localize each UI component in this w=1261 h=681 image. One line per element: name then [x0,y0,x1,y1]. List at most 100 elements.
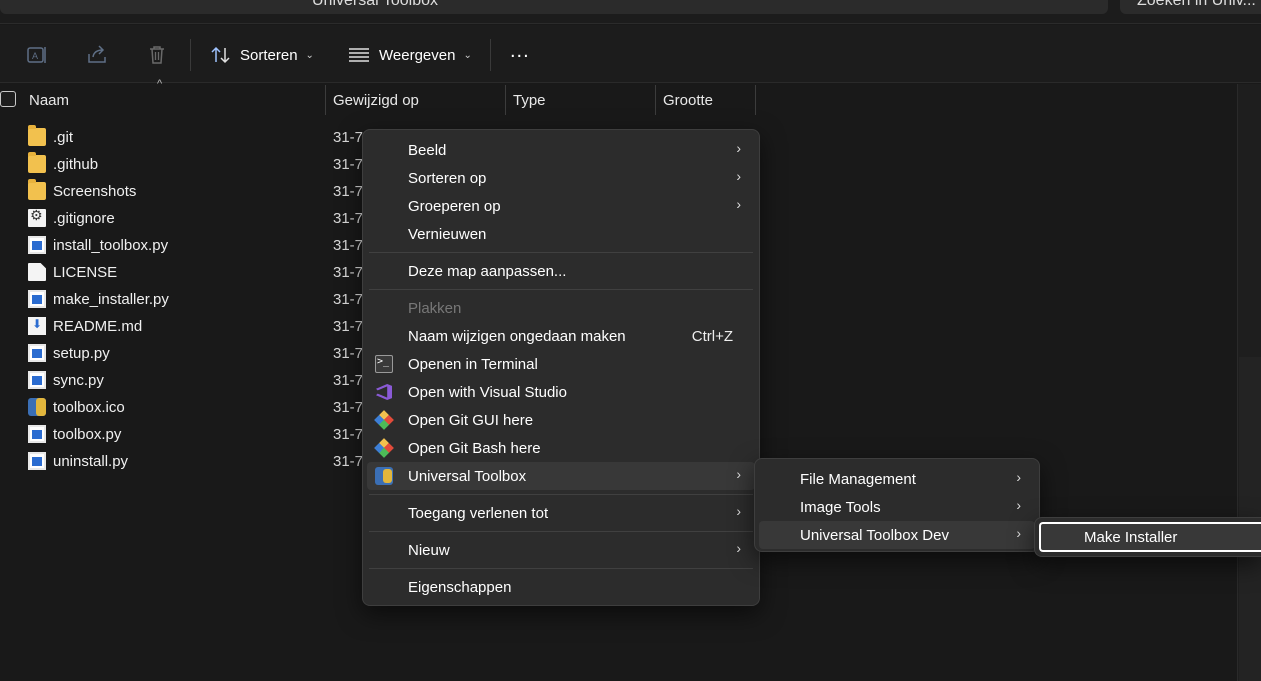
universal-toolbox-dev-submenu: Make Installer [1034,517,1261,557]
sort-ascending-icon: ^ [157,78,163,90]
column-modified-label: Gewijzigd op [333,92,419,109]
menu-item-group-by[interactable]: Groeperen op › [367,192,755,220]
file-row[interactable]: .git 31-7 [28,124,368,151]
vertical-scrollbar[interactable] [1237,84,1261,681]
chevron-right-icon: › [1016,469,1021,485]
folder-icon [28,125,46,146]
menu-item-label: Open Git Bash here [408,440,541,457]
menu-item-refresh[interactable]: Vernieuwen [367,220,755,248]
file-name: setup.py [53,345,110,362]
menu-item-label: Nieuw [408,542,450,559]
chevron-right-icon: › [736,466,741,482]
chevron-down-icon: ⌄ [463,49,472,61]
context-menu: Beeld › Sorteren op › Groeperen op › Vernie… [362,129,760,606]
file-row[interactable]: .github 31-7 [28,151,368,178]
file-name: sync.py [53,372,104,389]
menu-item-image-tools[interactable]: Image Tools › [759,493,1035,521]
search-placeholder: Zoeken in Univ... [1137,0,1256,9]
menu-item-label: Universal Toolbox Dev [800,527,949,544]
sort-button[interactable]: Sorteren ⌄ [210,41,314,69]
menu-item-git-bash[interactable]: Open Git Bash here [367,434,755,462]
menu-item-label: Beeld [408,142,447,159]
git-icon [375,411,393,429]
git-icon [375,439,393,457]
menu-separator [369,494,753,495]
column-divider[interactable] [505,85,506,115]
menu-item-make-installer[interactable]: Make Installer [1039,522,1261,552]
rename-icon[interactable]: A [25,43,49,67]
menu-item-file-management[interactable]: File Management › [759,465,1035,493]
column-size-label: Grootte [663,92,714,109]
file-name: .git [53,129,74,146]
file-name: toolbox.py [53,426,122,443]
sort-icon [211,46,230,64]
view-button[interactable]: Weergeven ⌄ [348,41,472,69]
menu-item-git-gui[interactable]: Open Git GUI here [367,406,755,434]
menu-item-label: Sorteren op [408,170,487,187]
more-icon: ... [510,39,530,62]
menu-item-universal-toolbox-dev[interactable]: Universal Toolbox Dev › [759,521,1035,549]
select-all-checkbox[interactable] [0,91,16,107]
markdown-file-icon [28,317,46,335]
file-date: 31-7 [333,264,364,281]
menu-item-label: Universal Toolbox [408,468,527,485]
universal-toolbox-icon [375,467,393,485]
file-row[interactable]: .gitignore 31-7 [28,205,368,232]
column-divider[interactable] [325,85,326,115]
file-row[interactable]: setup.py 31-7 [28,340,368,367]
menu-item-open-visual-studio[interactable]: Open with Visual Studio [367,378,755,406]
menu-item-sort-by[interactable]: Sorteren op › [367,164,755,192]
menu-item-customize-folder[interactable]: Deze map aanpassen... [367,257,755,285]
folder-icon [28,179,46,200]
file-row[interactable]: LICENSE 31-7 [28,259,368,286]
file-date: 31-7 [333,183,364,200]
python-file-icon [28,452,46,470]
file-row[interactable]: uninstall.py 31-7 [28,448,368,475]
more-options-button[interactable]: ... [510,37,530,65]
python-file-icon [28,236,46,254]
file-date: 31-7 [333,453,364,470]
view-icon [349,48,369,62]
file-date: 31-7 [333,291,364,308]
menu-item-label: Make Installer [1084,529,1178,546]
menu-item-new[interactable]: Nieuw › [367,536,755,564]
file-row[interactable]: toolbox.ico 31-7 [28,394,368,421]
python-file-icon [28,290,46,308]
menu-item-label: File Management [800,471,916,488]
menu-item-universal-toolbox[interactable]: Universal Toolbox › [367,462,755,490]
file-row[interactable]: make_installer.py 31-7 [28,286,368,313]
file-row[interactable]: install_toolbox.py 31-7 [28,232,368,259]
menu-item-undo-rename[interactable]: Naam wijzigen ongedaan maken Ctrl+Z [367,322,755,350]
file-name: make_installer.py [53,291,169,308]
file-name: install_toolbox.py [53,237,169,254]
sort-label: Sorteren [240,46,298,64]
share-icon[interactable] [85,43,109,67]
file-name: Screenshots [53,183,137,200]
menu-item-view[interactable]: Beeld › [367,136,755,164]
visual-studio-icon [375,383,393,401]
terminal-icon [375,355,393,373]
shortcut-label: Ctrl+Z [691,328,733,345]
menu-item-open-terminal[interactable]: Openen in Terminal [367,350,755,378]
file-row[interactable]: toolbox.py 31-7 [28,421,368,448]
command-bar: A Sorteren ⌄ Weergeven ⌄ ... [0,25,1261,83]
column-divider[interactable] [655,85,656,115]
chevron-right-icon: › [1016,525,1021,541]
address-bar[interactable]: Universal Toolbox [0,0,1108,14]
menu-item-label: Image Tools [800,499,881,516]
search-box[interactable]: Zoeken in Univ... [1120,0,1261,14]
file-date: 31-7 [333,237,364,254]
file-row[interactable]: Screenshots 31-7 [28,178,368,205]
python-file-icon [28,371,46,389]
file-row[interactable]: README.md 31-7 [28,313,368,340]
file-date: 31-7 [333,129,364,146]
menu-item-give-access[interactable]: Toegang verlenen tot › [367,499,755,527]
trash-icon[interactable] [145,43,169,67]
menu-item-label: Groeperen op [408,198,501,215]
ico-file-icon [28,398,46,416]
menu-item-properties[interactable]: Eigenschappen [367,573,755,601]
menu-item-label: Toegang verlenen tot [408,505,549,522]
column-divider[interactable] [755,85,756,115]
file-row[interactable]: sync.py 31-7 [28,367,368,394]
chevron-right-icon: › [736,140,741,156]
